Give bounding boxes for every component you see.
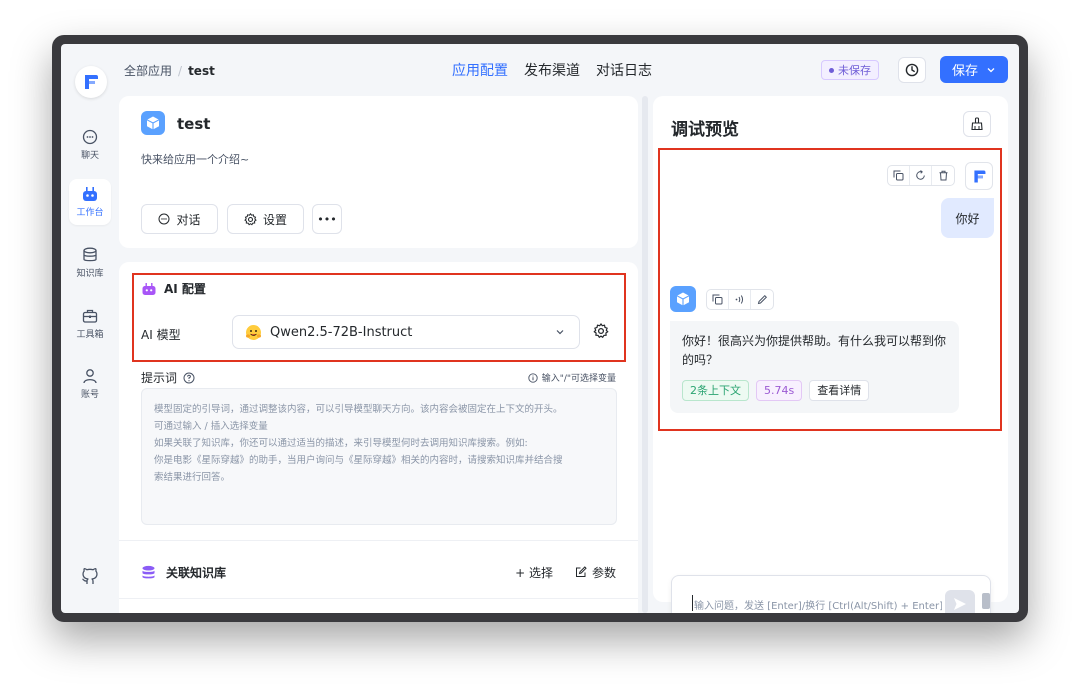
prompt-label-text: 提示词 bbox=[141, 371, 178, 385]
app-window: 聊天 工作台 知识库 工具箱 账号 全部应用 / test 应用配置 发布渠道 bbox=[61, 44, 1019, 613]
app-avatar bbox=[141, 111, 165, 135]
breadcrumb-root[interactable]: 全部应用 bbox=[124, 64, 172, 78]
sidebar-item-workbench[interactable]: 工作台 bbox=[69, 179, 111, 225]
chevron-down-icon bbox=[987, 67, 995, 72]
send-icon bbox=[954, 598, 966, 610]
tab-chat-logs[interactable]: 对话日志 bbox=[596, 60, 652, 80]
sidebar-item-chat[interactable]: 聊天 bbox=[69, 122, 111, 168]
user-icon bbox=[83, 369, 97, 384]
status-dot bbox=[829, 67, 834, 73]
sidebar-item-label: 工具箱 bbox=[76, 330, 104, 340]
chat-icon bbox=[82, 129, 98, 145]
prompt-placeholder-line: 可通过输入 / 插入选择变量 bbox=[154, 421, 268, 432]
history-button[interactable] bbox=[898, 57, 926, 83]
sidebar-item-label: 工作台 bbox=[76, 208, 104, 218]
chat-input[interactable]: 输入问题，发送 [Enter]/换行 [Ctrl(Alt/Shift) + En… bbox=[671, 575, 991, 613]
unsaved-badge: 未保存 bbox=[821, 60, 879, 80]
prompt-variable-hint: 输入"/"可选择变量 bbox=[528, 371, 616, 384]
toolbox-icon bbox=[82, 309, 98, 323]
app-info-card: test 快来给应用一个介绍~ 对话 设置 ••• bbox=[119, 96, 638, 248]
sidebar-item-toolbox[interactable]: 工具箱 bbox=[69, 301, 111, 347]
save-label: 保存 bbox=[951, 64, 978, 79]
help-icon[interactable] bbox=[183, 372, 195, 384]
settings-button-label: 设置 bbox=[262, 212, 287, 227]
tab-app-config[interactable]: 应用配置 bbox=[452, 60, 508, 80]
prompt-label: 提示词 bbox=[141, 369, 195, 386]
knowledge-params-label: 参数 bbox=[591, 565, 616, 580]
preview-title: 调试预览 bbox=[671, 120, 739, 140]
knowledge-base-actions: + 选择 参数 bbox=[515, 564, 616, 581]
database-icon bbox=[142, 565, 155, 578]
chat-button-label: 对话 bbox=[176, 212, 201, 227]
prompt-placeholder-line: 索结果进行回答。 bbox=[154, 472, 231, 483]
breadcrumb: 全部应用 / test bbox=[124, 62, 215, 79]
github-link[interactable] bbox=[80, 566, 100, 590]
clock-icon bbox=[905, 63, 919, 77]
prompt-textarea[interactable]: 模型固定的引导词，通过调整该内容，可以引导模型聊天方向。该内容会被固定在上下文的… bbox=[141, 388, 617, 525]
topbar: 全部应用 / test 应用配置 发布渠道 对话日志 未保存 保存 bbox=[119, 44, 1019, 94]
prompt-placeholder-line: 如果关联了知识库，你还可以通过适当的描述，来引导模型何时去调用知识库搜索。例如: bbox=[154, 438, 528, 449]
gear-icon bbox=[244, 212, 257, 225]
tab-publish[interactable]: 发布渠道 bbox=[524, 60, 580, 80]
cube-icon bbox=[146, 116, 160, 130]
sidebar-item-knowledge[interactable]: 知识库 bbox=[69, 240, 111, 286]
sidebar-item-label: 聊天 bbox=[80, 151, 99, 161]
app-description[interactable]: 快来给应用一个介绍~ bbox=[141, 151, 249, 167]
sidebar-item-account[interactable]: 账号 bbox=[69, 361, 111, 407]
send-button[interactable] bbox=[945, 590, 975, 613]
fastgpt-logo-icon bbox=[85, 75, 98, 89]
knowledge-base-row: 关联知识库 + 选择 参数 bbox=[141, 562, 616, 582]
text-caret bbox=[692, 595, 693, 611]
knowledge-params-button[interactable]: 参数 bbox=[575, 564, 616, 581]
input-side-handle bbox=[982, 593, 990, 609]
highlight-box-ai-config bbox=[132, 273, 626, 362]
more-icon: ••• bbox=[317, 212, 337, 226]
chat-input-placeholder: 输入问题，发送 [Enter]/换行 [Ctrl(Alt/Shift) + En… bbox=[694, 601, 942, 612]
highlight-box-preview bbox=[658, 148, 1002, 431]
tab-bar: 应用配置 发布渠道 对话日志 bbox=[452, 60, 652, 80]
sidebar-item-label: 知识库 bbox=[76, 269, 104, 279]
breadcrumb-current: test bbox=[188, 64, 215, 78]
knowledge-base-title: 关联知识库 bbox=[166, 565, 227, 580]
broom-icon bbox=[971, 117, 983, 131]
info-icon bbox=[528, 372, 538, 383]
prompt-placeholder-line: 你是电影《星际穿越》的助手，当用户询问与《星际穿越》相关的内容时，请搜索知识库并… bbox=[154, 455, 563, 466]
section-divider bbox=[119, 598, 638, 599]
scrollbar[interactable] bbox=[642, 96, 648, 613]
sidebar-item-label: 账号 bbox=[80, 390, 99, 400]
settings-button[interactable]: 设置 bbox=[227, 204, 304, 234]
save-button[interactable]: 保存 bbox=[940, 56, 1008, 83]
chat-icon bbox=[158, 213, 170, 225]
unsaved-label: 未保存 bbox=[838, 64, 871, 77]
breadcrumb-separator: / bbox=[178, 64, 183, 78]
github-icon bbox=[82, 567, 98, 584]
prompt-placeholder-line: 模型固定的引导词，通过调整该内容，可以引导模型聊天方向。该内容会被固定在上下文的… bbox=[154, 404, 563, 415]
prompt-hint-text: 输入"/"可选择变量 bbox=[541, 374, 616, 384]
app-name: test bbox=[177, 115, 211, 133]
chat-button[interactable]: 对话 bbox=[141, 204, 218, 234]
knowledge-select-button[interactable]: + 选择 bbox=[515, 564, 553, 581]
section-divider bbox=[119, 540, 638, 541]
edit-icon bbox=[575, 566, 587, 577]
robot-icon bbox=[83, 187, 97, 201]
clear-chat-button[interactable] bbox=[963, 111, 991, 137]
more-button[interactable]: ••• bbox=[312, 204, 342, 234]
sidebar: 聊天 工作台 知识库 工具箱 账号 bbox=[61, 44, 119, 613]
database-icon bbox=[83, 247, 97, 262]
app-logo[interactable] bbox=[75, 66, 107, 98]
